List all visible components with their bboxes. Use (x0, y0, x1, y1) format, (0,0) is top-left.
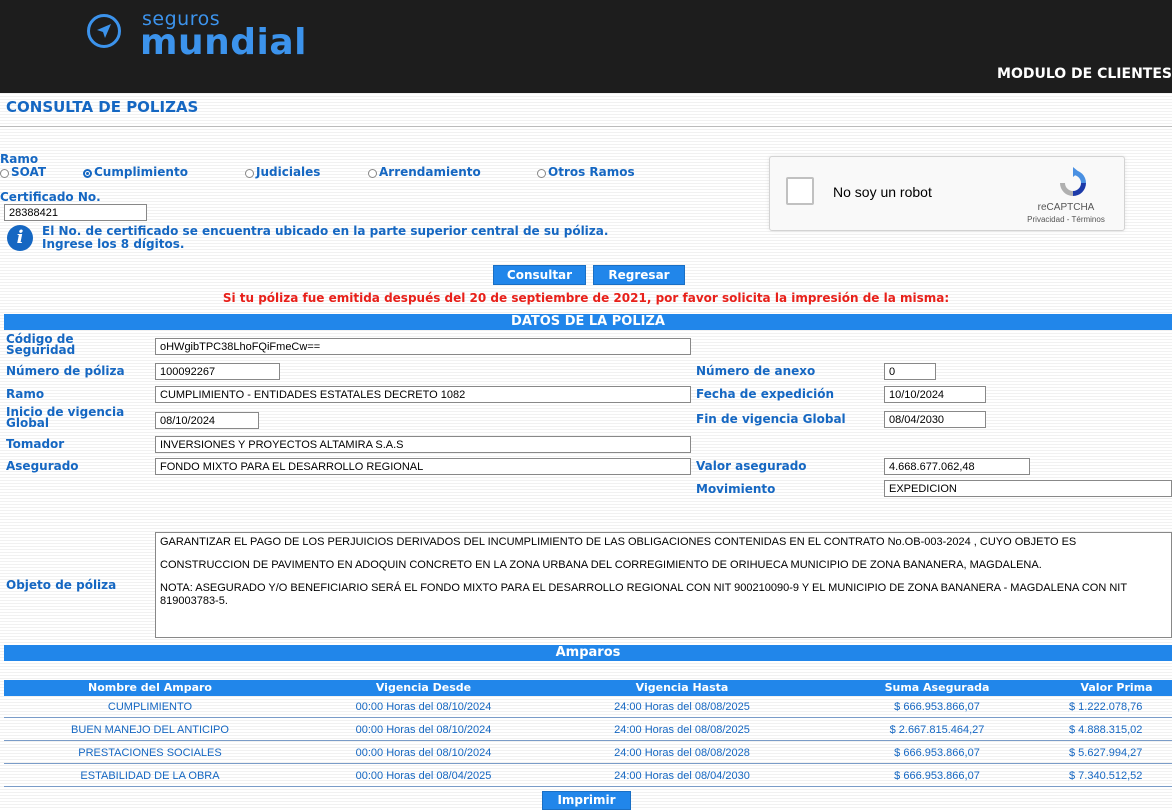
tomador-field[interactable]: INVERSIONES Y PROYECTOS ALTAMIRA S.A.S (155, 436, 691, 453)
column-header: Vigencia Desde (375, 681, 472, 694)
valor-asegurado-field[interactable]: 4.668.677.062,48 (884, 458, 1030, 475)
radio-cumplimiento-label: Cumplimiento (94, 165, 188, 179)
vigencia-hasta: 24:00 Horas del 08/04/2030 (614, 770, 750, 782)
page-title: CONSULTA DE POLIZAS (6, 98, 199, 116)
valor-prima: $ 4.888.315,02 (1069, 724, 1143, 736)
recaptcha-logo-icon (1056, 166, 1090, 200)
movimiento-label: Movimiento (696, 482, 776, 496)
table-row: PRESTACIONES SOCIALES 00:00 Horas del 08… (4, 742, 1172, 764)
vigencia-hasta: 24:00 Horas del 08/08/2028 (614, 747, 750, 759)
print-notice: Si tu póliza fue emitida después del 20 … (222, 291, 950, 305)
vigencia-desde: 00:00 Horas del 08/10/2024 (355, 724, 492, 736)
suma-asegurada: $ 666.953.866,07 (894, 701, 980, 713)
recaptcha-brand: reCAPTCHA (1037, 202, 1095, 213)
vigencia-desde: 00:00 Horas del 08/10/2024 (355, 747, 492, 759)
radio-soat-dot[interactable] (0, 169, 9, 178)
radio-arrendamiento-dot[interactable] (368, 169, 377, 178)
fin-vigencia-label: Fin de vigencia Global (696, 412, 846, 426)
certificado-input[interactable]: 28388421 (4, 204, 147, 221)
asegurado-field[interactable]: FONDO MIXTO PARA EL DESARROLLO REGIONAL (155, 458, 691, 475)
regresar-button[interactable]: Regresar (593, 265, 685, 285)
column-header: Vigencia Hasta (635, 681, 729, 694)
movimiento-field[interactable]: EXPEDICION (884, 480, 1172, 497)
radio-judiciales-label: Judiciales (256, 165, 321, 179)
fin-vigencia-field[interactable]: 08/04/2030 (884, 411, 986, 428)
fecha-expedicion-label: Fecha de expedición (696, 387, 835, 401)
inicio-vigencia-label: Inicio de vigencia Global (6, 405, 125, 430)
column-header: Nombre del Amparo (87, 681, 212, 694)
valor-prima: $ 1.222.078,76 (1069, 701, 1143, 713)
brand-name: mundial (140, 22, 308, 63)
vigencia-hasta: 24:00 Horas del 08/08/2025 (614, 724, 750, 736)
consultar-button[interactable]: Consultar (493, 265, 586, 285)
vigencia-desde: 00:00 Horas del 08/04/2025 (355, 770, 492, 782)
table-row: BUEN MANEJO DEL ANTICIPO 00:00 Horas del… (4, 719, 1172, 741)
ramo-poliza-field[interactable]: CUMPLIMIENTO - ENTIDADES ESTATALES DECRE… (155, 386, 691, 403)
radio-otros-ramos[interactable]: Otros Ramos (537, 165, 635, 179)
radio-cumplimiento-dot[interactable] (83, 169, 92, 178)
amparo-name: CUMPLIMIENTO (107, 701, 193, 713)
radio-judiciales-dot[interactable] (245, 169, 254, 178)
objeto-line: CONSTRUCCION DE PAVIMENTO EN ADOQUIN CON… (160, 559, 1042, 571)
table-row: ESTABILIDAD DE LA OBRA 00:00 Horas del 0… (4, 765, 1172, 787)
recaptcha-label: No soy un robot (833, 184, 932, 200)
info-icon: i (7, 225, 33, 251)
radio-otros-label: Otros Ramos (548, 165, 635, 179)
radio-otros-dot[interactable] (537, 169, 546, 178)
column-header: Suma Asegurada (884, 681, 990, 694)
poliza-section-header: DATOS DE LA POLIZA (4, 314, 1172, 330)
amparos-table-header: Nombre del Amparo Vigencia Desde Vigenci… (4, 680, 1172, 696)
radio-judiciales[interactable]: Judiciales (245, 165, 320, 179)
suma-asegurada: $ 666.953.866,07 (894, 770, 980, 782)
certificado-help-text: El No. de certificado se encuentra ubica… (42, 224, 609, 251)
certificado-label: Certificado No. (0, 190, 101, 204)
valor-asegurado-label: Valor asegurado (696, 459, 807, 473)
fecha-expedicion-field[interactable]: 10/10/2024 (884, 386, 986, 403)
valor-prima: $ 7.340.512,52 (1069, 770, 1143, 782)
tomador-label: Tomador (6, 437, 65, 451)
divider (0, 126, 1172, 127)
header-bar: seguros mundial MODULO DE CLIENTES (0, 0, 1172, 93)
radio-cumplimiento[interactable]: Cumplimiento (83, 165, 188, 179)
amparo-name: BUEN MANEJO DEL ANTICIPO (71, 724, 229, 736)
numero-poliza-field[interactable]: 100092267 (155, 363, 280, 380)
imprimir-button[interactable]: Imprimir (542, 791, 631, 810)
ramo-label: Ramo (0, 152, 39, 166)
objeto-label: Objeto de póliza (6, 578, 117, 592)
objeto-textarea[interactable]: GARANTIZAR EL PAGO DE LOS PERJUICIOS DER… (155, 532, 1172, 638)
codigo-label: Código de Seguridad (6, 332, 76, 357)
ramo-poliza-label: Ramo (6, 387, 45, 401)
amparo-name: PRESTACIONES SOCIALES (78, 747, 222, 759)
recaptcha-widget: No soy un robot reCAPTCHA Privacidad - T… (769, 156, 1125, 231)
suma-asegurada: $ 2.667.815.464,27 (889, 724, 985, 736)
inicio-vigencia-field[interactable]: 08/10/2024 (155, 412, 259, 429)
codigo-field[interactable]: oHWgibTPC38LhoFQiFmeCw== (155, 338, 691, 355)
radio-arrendamiento[interactable]: Arrendamiento (368, 165, 481, 179)
suma-asegurada: $ 666.953.866,07 (894, 747, 980, 759)
module-title: MODULO DE CLIENTES (997, 66, 1172, 82)
recaptcha-checkbox[interactable] (786, 177, 814, 205)
recaptcha-links[interactable]: Privacidad - Términos (1006, 215, 1126, 224)
radio-soat-label: SOAT (11, 165, 47, 179)
radio-soat[interactable]: SOAT (0, 165, 46, 179)
objeto-line: GARANTIZAR EL PAGO DE LOS PERJUICIOS DER… (160, 536, 1077, 548)
compass-logo-icon (87, 14, 121, 48)
asegurado-label: Asegurado (6, 459, 79, 473)
amparo-name: ESTABILIDAD DE LA OBRA (80, 770, 220, 782)
anexo-label: Número de anexo (696, 364, 816, 378)
vigencia-desde: 00:00 Horas del 08/10/2024 (355, 701, 492, 713)
numero-poliza-label: Número de póliza (6, 364, 125, 378)
amparos-section-header: Amparos (4, 645, 1172, 661)
column-header: Valor Prima (1080, 681, 1153, 694)
objeto-line: NOTA: ASEGURADO Y/O BENEFICIARIO SERÁ EL… (160, 582, 1127, 607)
anexo-field[interactable]: 0 (884, 363, 936, 380)
vigencia-hasta: 24:00 Horas del 08/08/2025 (614, 701, 750, 713)
valor-prima: $ 5.627.994,27 (1069, 747, 1143, 759)
table-row: CUMPLIMIENTO 00:00 Horas del 08/10/2024 … (4, 696, 1172, 718)
radio-arrendamiento-label: Arrendamiento (379, 165, 481, 179)
